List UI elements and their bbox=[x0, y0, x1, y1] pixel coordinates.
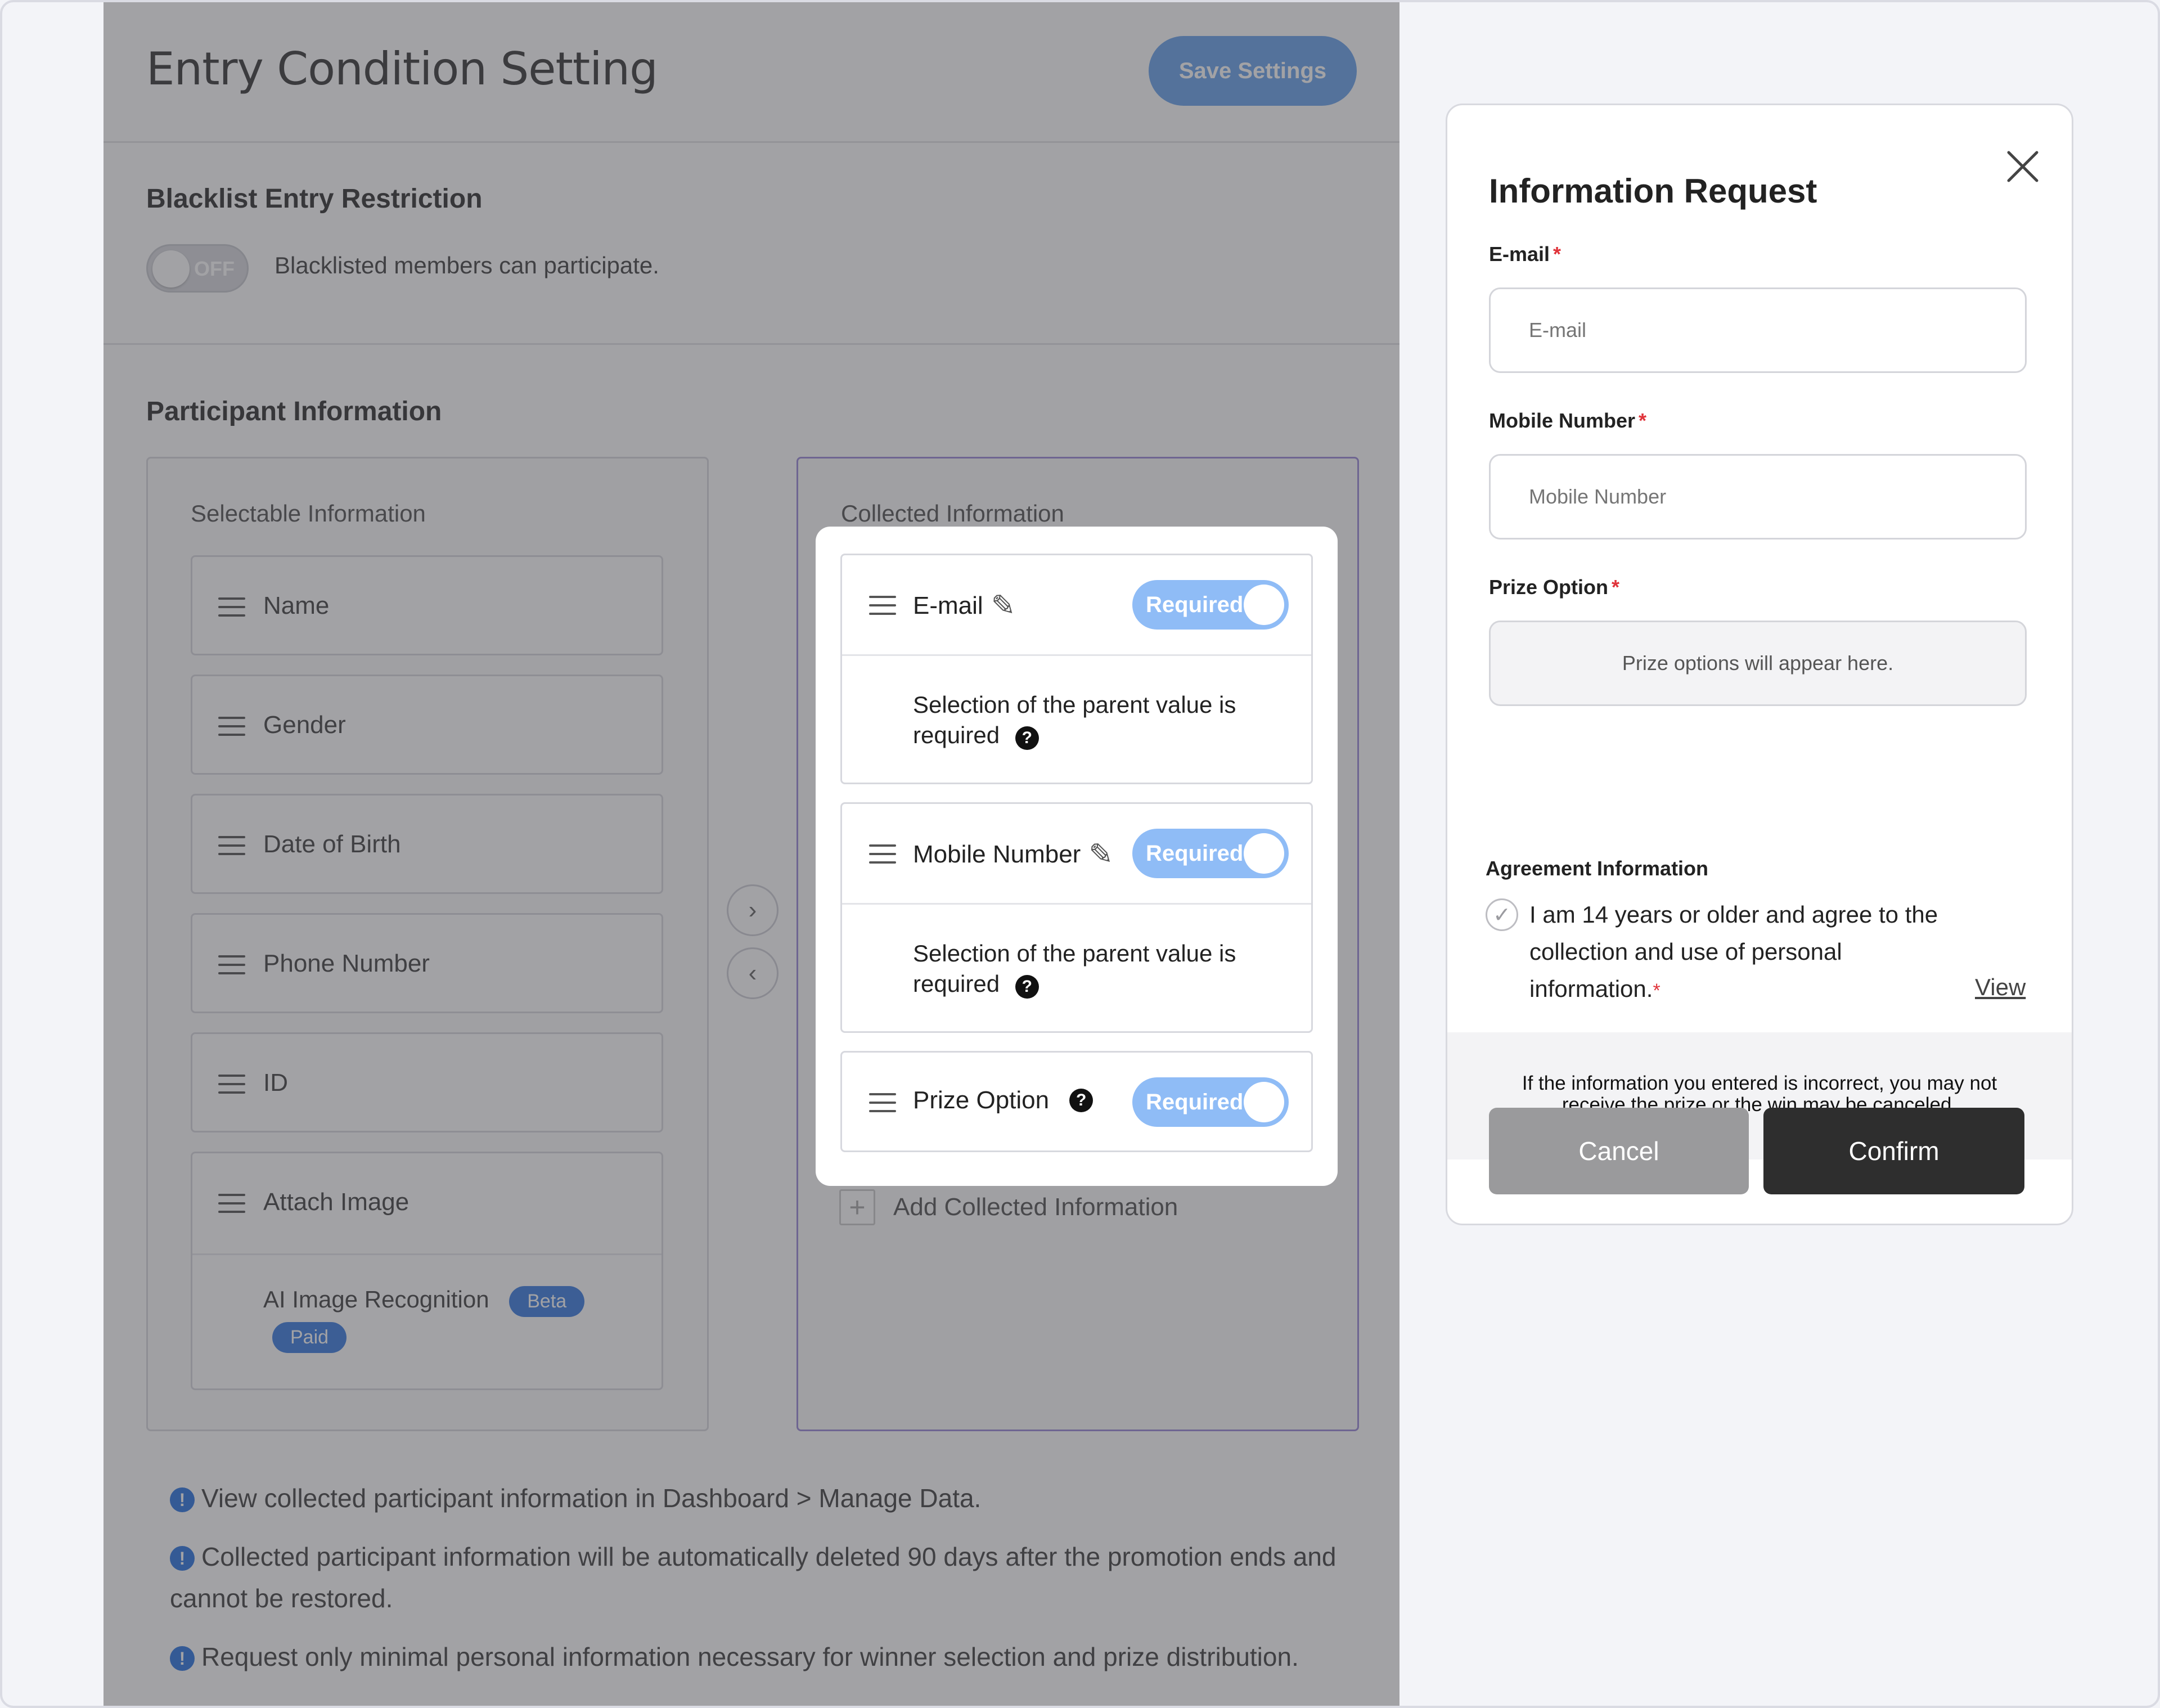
toggle-knob bbox=[1244, 833, 1284, 874]
drag-handle-icon[interactable] bbox=[869, 844, 896, 864]
toggle-knob bbox=[1244, 1082, 1284, 1122]
agreement-title: Agreement Information bbox=[1486, 857, 1709, 880]
pencil-icon[interactable]: ✎ bbox=[1088, 838, 1113, 871]
help-icon[interactable]: ? bbox=[1015, 975, 1039, 999]
collected-item-header: Prize Option ? Required bbox=[842, 1053, 1311, 1152]
prize-placeholder: Prize options will appear here. bbox=[1622, 651, 1894, 675]
pencil-icon[interactable]: ✎ bbox=[991, 589, 1016, 623]
help-icon[interactable]: ? bbox=[1069, 1089, 1094, 1112]
close-icon[interactable] bbox=[1997, 141, 2048, 192]
collected-item-prize-option[interactable]: Prize Option ? Required bbox=[840, 1051, 1313, 1152]
collected-item-header: Mobile Number ✎ Required bbox=[842, 804, 1311, 903]
collected-item-title: Prize Option ? bbox=[913, 1086, 1094, 1114]
collected-item-header: E-mail ✎ Required bbox=[842, 555, 1311, 654]
mobile-field-label: Mobile Number * bbox=[1489, 409, 1646, 433]
parent-required-text: Selection of the parent value is require… bbox=[913, 690, 1273, 750]
collected-item-label: E-mail bbox=[913, 592, 983, 619]
required-star: * bbox=[1553, 242, 1562, 266]
required-star: * bbox=[1653, 980, 1660, 1001]
mobile-label-text: Mobile Number bbox=[1489, 409, 1636, 432]
prize-option-field[interactable]: Prize options will appear here. bbox=[1489, 621, 2027, 706]
agreement-text: I am 14 years or older and agree to the … bbox=[1529, 896, 1957, 1009]
collected-item-mobile-number[interactable]: Mobile Number ✎ Required Selection of th… bbox=[840, 802, 1313, 1033]
confirm-button[interactable]: Confirm bbox=[1763, 1108, 2024, 1194]
view-agreement-link[interactable]: View bbox=[1975, 974, 2026, 1001]
required-star: * bbox=[1639, 409, 1647, 432]
cancel-button[interactable]: Cancel bbox=[1489, 1108, 1749, 1194]
help-icon[interactable]: ? bbox=[1015, 726, 1039, 750]
email-field-label: E-mail * bbox=[1489, 242, 1561, 266]
app-frame: Entry Condition Setting Save Settings Bl… bbox=[0, 0, 2160, 1708]
prize-label-text: Prize Option bbox=[1489, 576, 1609, 599]
prize-field-label: Prize Option * bbox=[1489, 576, 1619, 599]
collected-item-sub: Selection of the parent value is require… bbox=[842, 903, 1311, 1031]
required-toggle-label: Required bbox=[1146, 592, 1244, 617]
drag-handle-icon[interactable] bbox=[869, 596, 896, 615]
parent-required-label: Selection of the parent value is require… bbox=[913, 691, 1236, 748]
collected-item-sub: Selection of the parent value is require… bbox=[842, 654, 1311, 783]
required-toggle[interactable]: Required bbox=[1132, 1077, 1289, 1127]
collected-item-email[interactable]: E-mail ✎ Required Selection of the paren… bbox=[840, 554, 1313, 784]
agreement-label: I am 14 years or older and agree to the … bbox=[1529, 901, 1938, 1002]
collected-item-label: Prize Option bbox=[913, 1086, 1050, 1114]
email-field[interactable] bbox=[1489, 287, 2027, 373]
information-request-modal: Information Request E-mail* Mobile Numbe… bbox=[1446, 104, 2073, 1225]
required-star: * bbox=[1612, 576, 1620, 599]
collected-item-title: E-mail ✎ bbox=[913, 589, 1015, 623]
modal-title: Information Request bbox=[1489, 172, 1817, 210]
required-toggle-label: Required bbox=[1146, 1090, 1244, 1114]
required-toggle-label: Required bbox=[1146, 841, 1244, 866]
check-circle-icon[interactable]: ✓ bbox=[1486, 898, 1518, 931]
collected-item-label: Mobile Number bbox=[913, 840, 1081, 868]
toggle-knob bbox=[1244, 585, 1284, 625]
collected-items-highlight: E-mail ✎ Required Selection of the paren… bbox=[816, 527, 1338, 1186]
required-toggle[interactable]: Required bbox=[1132, 829, 1289, 878]
email-label-text: E-mail bbox=[1489, 242, 1550, 266]
parent-required-text: Selection of the parent value is require… bbox=[913, 938, 1273, 999]
parent-required-label: Selection of the parent value is require… bbox=[913, 940, 1236, 997]
drag-handle-icon[interactable] bbox=[869, 1093, 896, 1112]
collected-item-title: Mobile Number ✎ bbox=[913, 838, 1113, 871]
mobile-number-field[interactable] bbox=[1489, 454, 2027, 540]
required-toggle[interactable]: Required bbox=[1132, 580, 1289, 630]
